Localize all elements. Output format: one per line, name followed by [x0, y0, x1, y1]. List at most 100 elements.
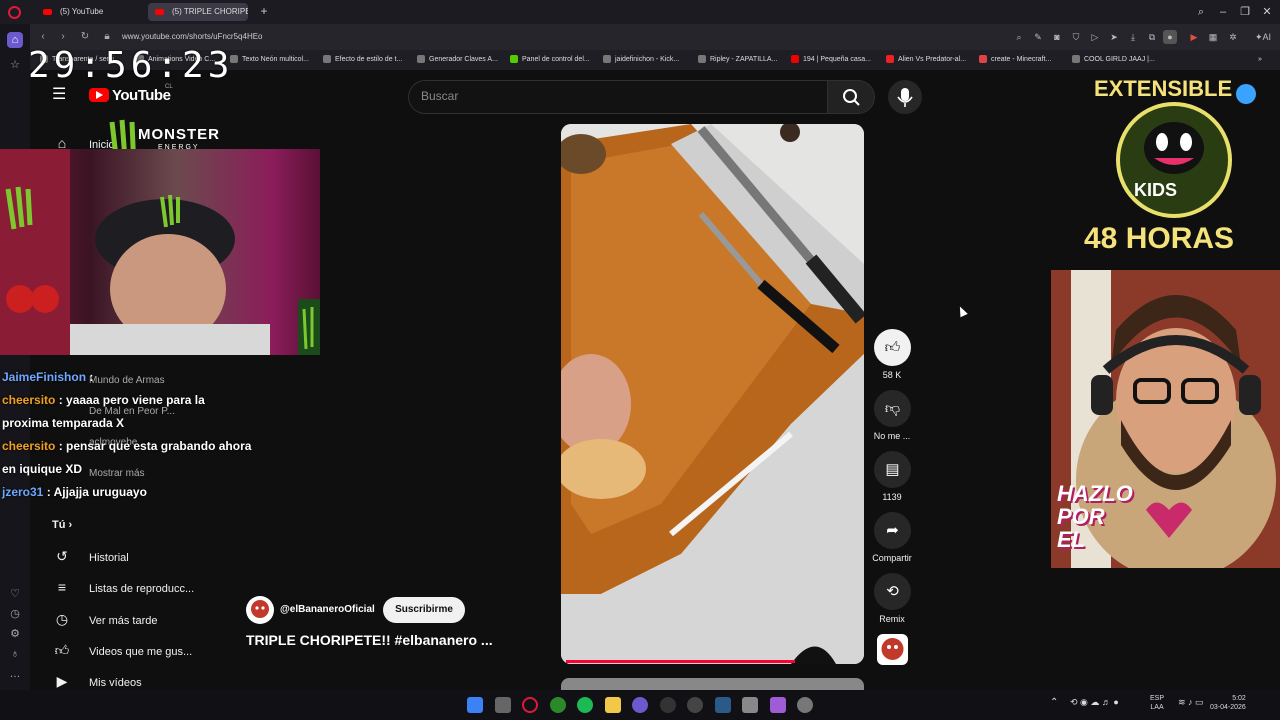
chat-message: jzero31 : Ajjajja uruguayo: [2, 485, 147, 499]
tab-label: (5) YouTube: [60, 7, 104, 16]
history-icon[interactable]: ◷: [7, 606, 23, 622]
more-icon[interactable]: …: [7, 666, 23, 682]
search-box[interactable]: [408, 80, 828, 114]
back-button[interactable]: ‹: [36, 29, 50, 45]
bookmark-item[interactable]: COOL GIRLD JAAJ |...: [1072, 50, 1155, 70]
clock[interactable]: 5:02 03-04-2026: [1210, 694, 1246, 712]
tab-triple-choripete[interactable]: (5) TRIPLE CHORIPETE: [148, 3, 248, 21]
bookmarks-more-icon[interactable]: »: [1258, 50, 1262, 70]
nav-playlists[interactable]: ≡ Listas de reproducc...: [52, 576, 194, 598]
notepad-icon[interactable]: [742, 697, 758, 713]
remix-button[interactable]: ⟲: [874, 573, 911, 610]
profile-icon[interactable]: ●: [1163, 30, 1177, 44]
like-button[interactable]: 👍︎: [874, 329, 911, 366]
bookmark-item[interactable]: Efecto de estilo de t...: [323, 50, 402, 70]
play-icon[interactable]: ▷: [1088, 30, 1102, 44]
camera-icon[interactable]: ◙: [1050, 30, 1064, 44]
bookmark-item[interactable]: Generador Claves A...: [417, 50, 498, 70]
minimize-button[interactable]: –: [1215, 4, 1231, 20]
chat-username: cheersito: [2, 439, 56, 453]
nav-liked-videos[interactable]: 👍︎ Videos que me gus...: [52, 639, 192, 661]
edit-icon[interactable]: ✎: [1031, 30, 1045, 44]
bookmark-item[interactable]: Panel de control del...: [510, 50, 590, 70]
search-input[interactable]: Buscar: [421, 89, 458, 103]
extension-gear-icon[interactable]: ✲: [1226, 30, 1240, 44]
hamburger-menu-icon[interactable]: ☰: [52, 86, 70, 104]
obs-icon[interactable]: [660, 697, 676, 713]
chat-username: cheersito: [2, 393, 56, 407]
nav-you[interactable]: Tú ›: [52, 514, 72, 536]
ai-button[interactable]: ✦AI: [1250, 30, 1276, 44]
share-button[interactable]: ➦: [874, 512, 911, 549]
tray-chevron-icon[interactable]: ⌃: [1050, 697, 1058, 708]
task-view-icon[interactable]: [495, 697, 511, 713]
settings-icon[interactable]: [797, 697, 813, 713]
maximize-button[interactable]: ❐: [1237, 4, 1253, 20]
lock-icon: 🔒︎: [104, 31, 110, 42]
search-tabs-icon[interactable]: ⌕: [1193, 4, 1209, 20]
chat-text: Ajjajja uruguayo: [53, 485, 147, 499]
history-icon: ↺: [56, 548, 68, 564]
nav-history[interactable]: ↺ Historial: [52, 545, 129, 567]
dislike-label: No me ...: [873, 431, 911, 441]
app-icon[interactable]: [770, 697, 786, 713]
next-short-preview[interactable]: [561, 678, 864, 690]
app-icon[interactable]: [687, 697, 703, 713]
spotify-icon[interactable]: [577, 697, 593, 713]
bookmark-item[interactable]: jaidefinichon - Kick...: [603, 50, 679, 70]
chevron-right-icon: ›: [68, 519, 73, 531]
home-icon[interactable]: ⌂: [7, 32, 23, 48]
bookmark-item[interactable]: Ripley - ZAPATILLA...: [698, 50, 777, 70]
comments-button[interactable]: ▤: [874, 451, 911, 488]
wifi-volume-icons[interactable]: ≋ ♪ ▭: [1178, 697, 1204, 708]
short-video-player[interactable]: [561, 124, 864, 664]
tray-icons[interactable]: ⟲ ◉ ☁ ♬ ●: [1070, 697, 1119, 708]
new-tab-button[interactable]: +: [258, 5, 270, 17]
clock-date: 03-04-2026: [1210, 704, 1246, 711]
file-explorer-icon[interactable]: [605, 697, 621, 713]
language-indicator[interactable]: ESP LAA: [1150, 694, 1164, 712]
nav-watch-later[interactable]: ◷ Ver más tarde: [52, 608, 158, 630]
channel-thumb-icon: [881, 638, 904, 660]
bookmark-item[interactable]: create - Minecraft...: [979, 50, 1051, 70]
download-icon[interactable]: ⤓: [1126, 30, 1140, 44]
lightbulb-icon[interactable]: ♁: [7, 646, 23, 662]
channel-name[interactable]: @elBananeroOficial: [280, 604, 375, 615]
youtube-logo[interactable]: YouTube: [89, 87, 171, 105]
voice-search-button[interactable]: [888, 80, 922, 114]
shield-icon[interactable]: ⛉: [1069, 30, 1083, 44]
windows-start-icon[interactable]: [467, 697, 483, 713]
video-progress-bar[interactable]: [566, 660, 795, 663]
subscribe-button[interactable]: Suscribirme: [383, 597, 465, 623]
bookmark-item[interactable]: Texto Neón multicol...: [230, 50, 309, 70]
opera-logo-icon[interactable]: [8, 6, 21, 19]
forward-button[interactable]: ›: [56, 29, 70, 45]
discord-icon[interactable]: [632, 697, 648, 713]
bookmark-item[interactable]: Alien Vs Predator-al...: [886, 50, 966, 70]
streamer-avatar-art: HAZLO POR EL: [1051, 270, 1280, 568]
dislike-button[interactable]: 👎︎: [874, 390, 911, 427]
tab-youtube[interactable]: (5) YouTube: [36, 3, 146, 21]
thumbs-up-icon: 👍︎: [884, 339, 901, 356]
video-title[interactable]: TRIPLE CHORIPETE!! #elbananero ...: [246, 632, 493, 648]
nav-my-videos[interactable]: ▶ Mis vídeos: [52, 670, 142, 692]
send-icon[interactable]: ➤: [1107, 30, 1121, 44]
close-button[interactable]: ✕: [1259, 4, 1275, 20]
opera-taskbar-icon[interactable]: [522, 697, 538, 713]
settings-icon[interactable]: ⚙: [7, 626, 23, 642]
reload-button[interactable]: ↻: [78, 29, 92, 45]
search-button[interactable]: [827, 80, 875, 114]
monster-brand-text: MONSTER: [138, 126, 220, 143]
audio-channel-thumbnail[interactable]: [877, 634, 908, 665]
extension-icon[interactable]: ▶: [1187, 30, 1201, 44]
zoom-icon[interactable]: ⌕: [1012, 30, 1026, 44]
bookmark-item[interactable]: 194 | Pequeña casa...: [791, 50, 871, 70]
snapshot-icon[interactable]: ⧉: [1145, 30, 1159, 44]
star-icon[interactable]: ☆: [7, 57, 23, 73]
steam-icon[interactable]: [715, 697, 731, 713]
xbox-icon[interactable]: [550, 697, 566, 713]
heart-icon[interactable]: ♡: [7, 586, 23, 602]
extension-qr-icon[interactable]: ▦: [1206, 30, 1220, 44]
channel-avatar[interactable]: [246, 596, 274, 624]
url-field[interactable]: www.youtube.com/shorts/uFncr5q4HEo: [122, 29, 1022, 45]
